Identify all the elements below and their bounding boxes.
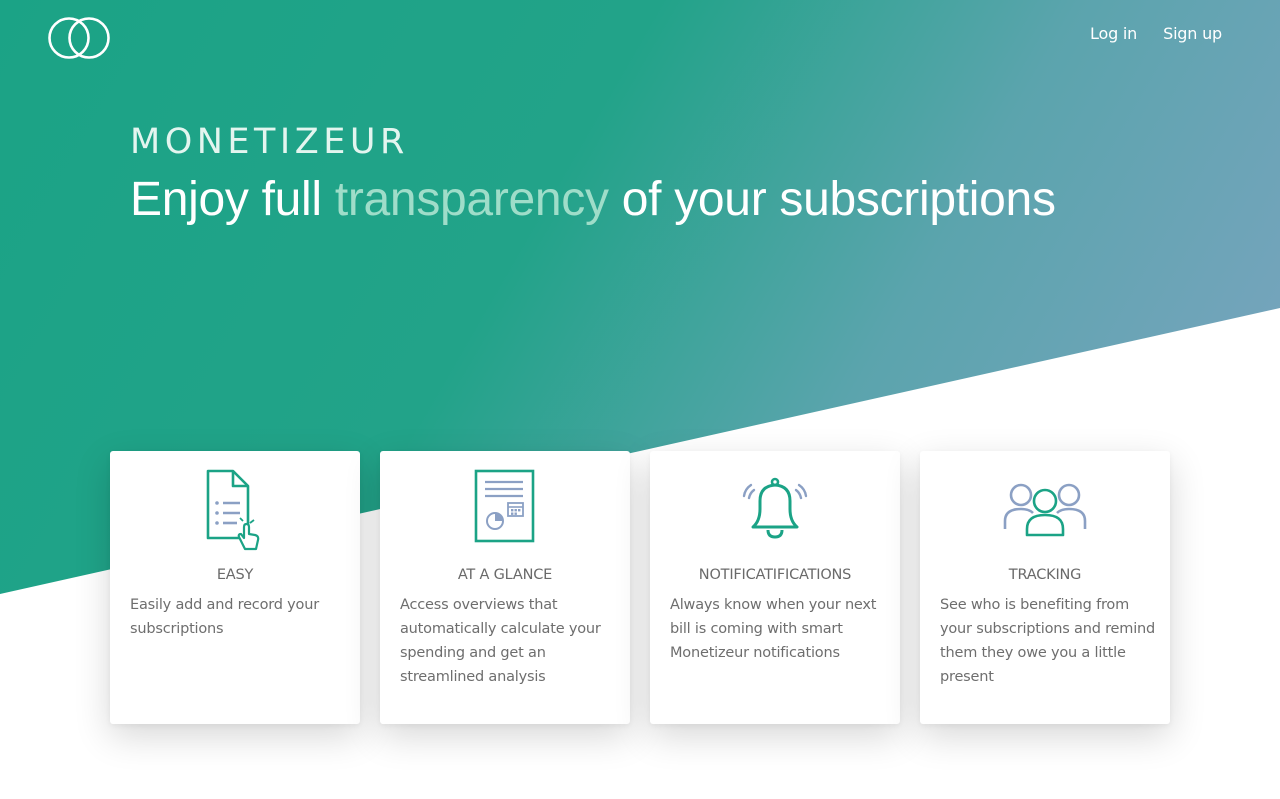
feature-card-tracking: TRACKING See who is benefiting from your… — [920, 451, 1170, 724]
headline-end: of your subscriptions — [608, 173, 1056, 226]
feature-description: Access overviews that automatically calc… — [400, 597, 601, 685]
feature-description: See who is benefiting from your subscrip… — [940, 597, 1156, 685]
feature-card-at-a-glance: AT A GLANCE Access overviews that automa… — [380, 451, 630, 724]
feature-title: EASY — [216, 567, 254, 583]
headline-highlight: transparency — [334, 173, 609, 226]
login-link[interactable]: Log in — [1090, 24, 1137, 43]
bell-ringing-icon — [650, 469, 900, 553]
signup-link[interactable]: Sign up — [1163, 24, 1222, 43]
brand-name: MONETIZEUR — [130, 122, 409, 162]
feature-card-easy: EASY Easily add and record your subscrip… — [110, 451, 360, 724]
feature-description: Easily add and record your subscriptions — [130, 597, 319, 637]
hero-headline: Enjoy full transparency of your subscrip… — [130, 172, 1056, 227]
feature-title: AT A GLANCE — [457, 567, 553, 583]
feature-title: NOTIFICATIFICATIONS — [698, 567, 852, 583]
interlocking-rings-icon[interactable] — [48, 15, 112, 61]
headline-start: Enjoy full — [130, 173, 335, 226]
top-nav: Log in Sign up — [1090, 24, 1222, 43]
people-group-icon — [920, 469, 1170, 553]
document-list-click-icon — [110, 469, 360, 553]
feature-card-notifications: NOTIFICATIFICATIONS Always know when you… — [650, 451, 900, 724]
feature-title: TRACKING — [1008, 567, 1082, 583]
feature-description: Always know when your next bill is comin… — [670, 597, 877, 661]
report-chart-icon — [380, 469, 630, 553]
